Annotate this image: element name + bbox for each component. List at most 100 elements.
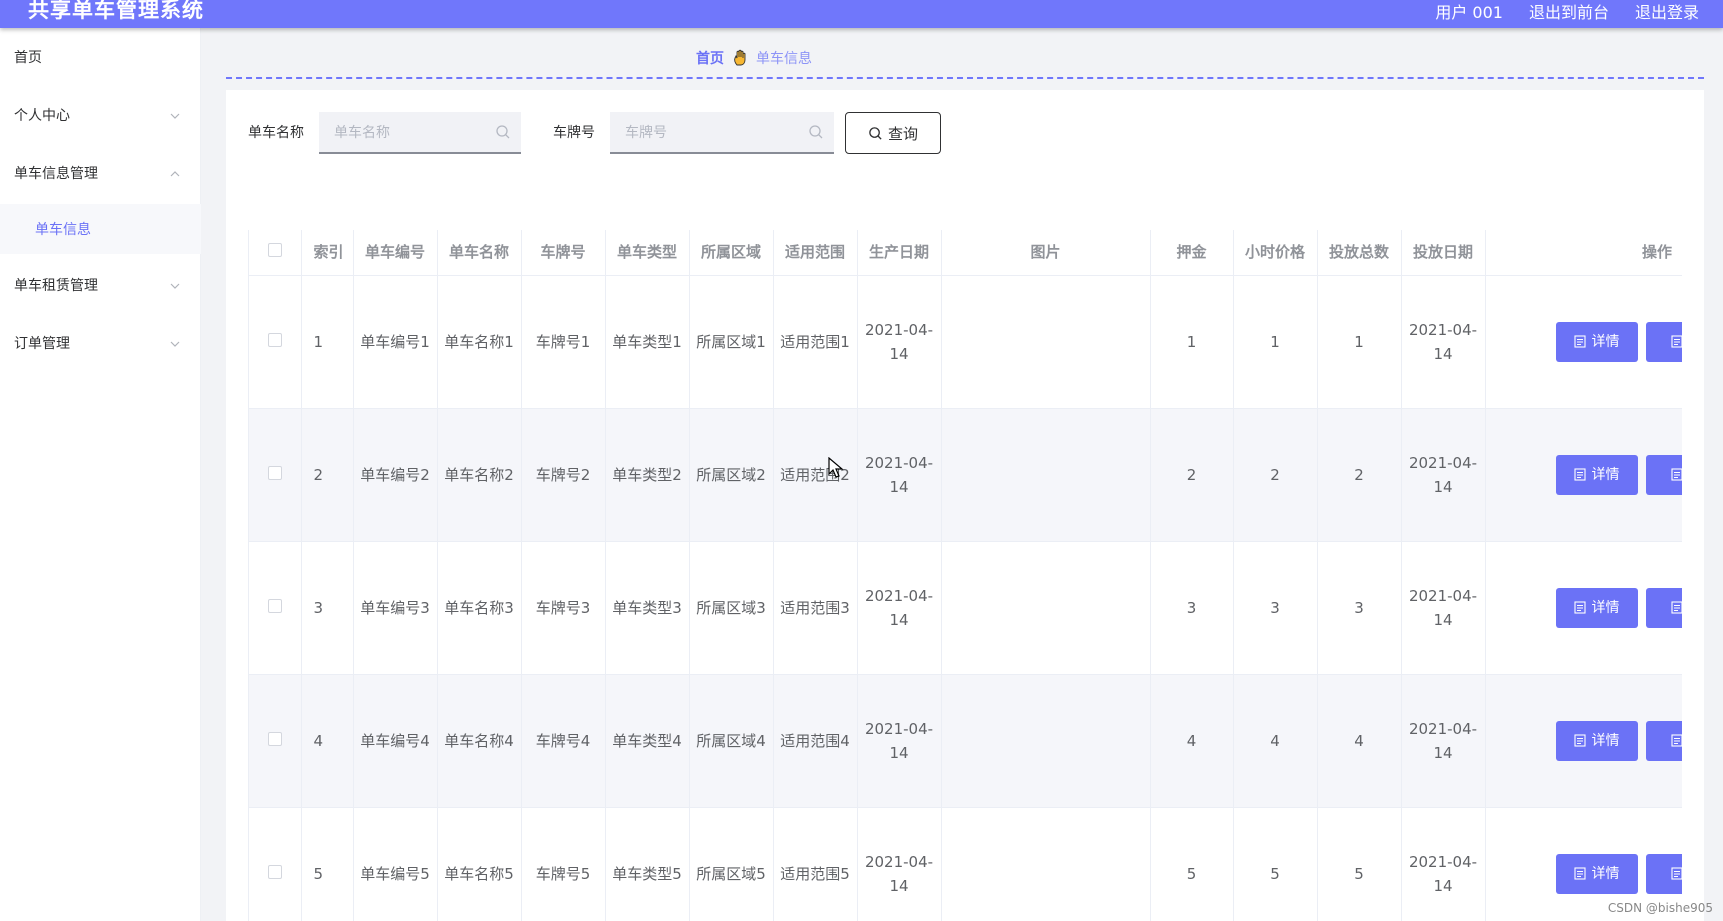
cell-deposit: 4: [1150, 674, 1234, 808]
cell-index: 4: [301, 674, 354, 808]
detail-button[interactable]: 详情: [1555, 321, 1638, 362]
column-header: 操作: [1485, 230, 1682, 276]
breadcrumb-divider: [226, 77, 1704, 79]
sidebar-item-home[interactable]: 首页: [0, 28, 201, 86]
header-actions: 用户 001 退出到前台 退出登录: [1435, 0, 1699, 23]
chevron-up-icon: [170, 167, 180, 177]
sidebar-item-order-management[interactable]: 订单管理: [0, 314, 201, 372]
edit-button[interactable]: 修: [1645, 853, 1682, 894]
cell-type: 单车类型4: [605, 674, 690, 808]
document-icon: [1573, 867, 1586, 880]
cell-index: 1: [301, 275, 354, 409]
cell-release-date: 2021-04-14: [1401, 275, 1486, 409]
row-select-cell: [249, 408, 302, 542]
column-header: 小时价格: [1233, 230, 1318, 276]
cell-image: [941, 275, 1151, 409]
table-row: 1 单车编号1 单车名称1 车牌号1 单车类型1 所属区域1 适用范围1 202…: [249, 275, 1682, 409]
document-icon: [1573, 335, 1586, 348]
cell-total: 4: [1317, 674, 1402, 808]
table-row: 4 单车编号4 单车名称4 车牌号4 单车类型4 所属区域4 适用范围4 202…: [249, 674, 1682, 808]
sidebar-item-label: 单车租赁管理: [14, 278, 98, 294]
detail-button-label: 详情: [1591, 333, 1620, 350]
sidebar-item-label: 首页: [14, 50, 42, 66]
table-row: 3 单车编号3 单车名称3 车牌号3 单车类型3 所属区域3 适用范围3 202…: [249, 541, 1682, 675]
cell-area: 所属区域5: [689, 807, 774, 921]
row-checkbox[interactable]: [267, 731, 282, 746]
cell-prod-date: 2021-04-14: [857, 408, 942, 542]
plate-number-label: 车牌号: [553, 125, 595, 141]
column-header: 车牌号: [521, 230, 606, 276]
cell-code: 单车编号5: [353, 807, 438, 921]
sidebar-item-label: 单车信息: [35, 222, 91, 238]
document-icon: [1670, 601, 1682, 614]
column-header: 单车类型: [605, 230, 690, 276]
chevron-down-icon: [170, 279, 180, 289]
bike-name-placeholder: 单车名称: [334, 125, 390, 141]
cell-name: 单车名称4: [437, 674, 522, 808]
breadcrumb-home[interactable]: 首页: [696, 48, 724, 68]
cell-index: 5: [301, 807, 354, 921]
table-header-row: 索引 单车编号 单车名称 车牌号 单车类型 所属区域 适用范围 生产日期 图片 …: [249, 230, 1682, 276]
cell-deposit: 2: [1150, 408, 1234, 542]
cell-name: 单车名称2: [437, 408, 522, 542]
cell-name: 单车名称3: [437, 541, 522, 675]
row-checkbox[interactable]: [267, 332, 282, 347]
top-header: 共享单车管理系统 用户 001 退出到前台 退出登录: [0, 0, 1723, 28]
cell-release-date: 2021-04-14: [1401, 408, 1486, 542]
plate-number-input[interactable]: 车牌号: [610, 112, 834, 154]
detail-button[interactable]: 详情: [1555, 454, 1638, 495]
content-panel: 单车名称 单车名称 车牌号 车牌号 查询 索引 单车编号 单车名称 车牌号 单车…: [226, 90, 1704, 921]
mouse-cursor-icon: [828, 457, 844, 478]
logout-link[interactable]: 退出登录: [1635, 0, 1699, 23]
edit-button[interactable]: 修: [1645, 321, 1682, 362]
row-checkbox[interactable]: [267, 465, 282, 480]
column-header: 投放总数: [1317, 230, 1402, 276]
edit-button[interactable]: 修: [1645, 587, 1682, 628]
plate-number-placeholder: 车牌号: [625, 125, 667, 141]
cell-scope: 适用范围2: [773, 408, 858, 542]
cell-code: 单车编号4: [353, 674, 438, 808]
column-header: 投放日期: [1401, 230, 1486, 276]
search-icon: [809, 125, 823, 139]
edit-button[interactable]: 修: [1645, 720, 1682, 761]
cell-release-date: 2021-04-14: [1401, 541, 1486, 675]
document-icon: [1670, 734, 1682, 747]
sidebar-item-label: 个人中心: [14, 108, 70, 124]
detail-button[interactable]: 详情: [1555, 853, 1638, 894]
sidebar-item-bike-info-management[interactable]: 单车信息管理: [0, 144, 201, 202]
sidebar-item-bike-rental-management[interactable]: 单车租赁管理: [0, 256, 201, 314]
row-checkbox[interactable]: [267, 864, 282, 879]
cell-total: 2: [1317, 408, 1402, 542]
cell-deposit: 3: [1150, 541, 1234, 675]
column-header: 适用范围: [773, 230, 858, 276]
detail-button[interactable]: 详情: [1555, 587, 1638, 628]
current-user[interactable]: 用户 001: [1435, 0, 1503, 23]
chevron-down-icon: [170, 109, 180, 119]
document-icon: [1573, 734, 1586, 747]
cell-plate: 车牌号2: [521, 408, 606, 542]
cell-hour-price: 1: [1233, 275, 1318, 409]
watermark: CSDN @bishe905: [1607, 901, 1713, 915]
document-icon: [1573, 601, 1586, 614]
sidebar-item-bike-info[interactable]: 单车信息: [0, 204, 201, 254]
document-icon: [1670, 867, 1682, 880]
bike-name-label: 单车名称: [248, 125, 304, 141]
bike-name-input[interactable]: 单车名称: [319, 112, 521, 154]
cell-type: 单车类型2: [605, 408, 690, 542]
cell-name: 单车名称5: [437, 807, 522, 921]
exit-to-front-link[interactable]: 退出到前台: [1529, 0, 1609, 23]
cell-type: 单车类型5: [605, 807, 690, 921]
sidebar-item-personal-center[interactable]: 个人中心: [0, 86, 201, 144]
row-checkbox[interactable]: [267, 598, 282, 613]
cell-type: 单车类型3: [605, 541, 690, 675]
query-button[interactable]: 查询: [845, 112, 941, 154]
search-icon: [496, 125, 510, 139]
cell-scope: 适用范围3: [773, 541, 858, 675]
cell-plate: 车牌号1: [521, 275, 606, 409]
edit-button[interactable]: 修: [1645, 454, 1682, 495]
sidebar-item-label: 订单管理: [14, 336, 70, 352]
breadcrumb-current: 单车信息: [756, 51, 812, 67]
select-all-checkbox[interactable]: [267, 243, 282, 258]
hand-icon: [734, 49, 746, 66]
detail-button[interactable]: 详情: [1555, 720, 1638, 761]
